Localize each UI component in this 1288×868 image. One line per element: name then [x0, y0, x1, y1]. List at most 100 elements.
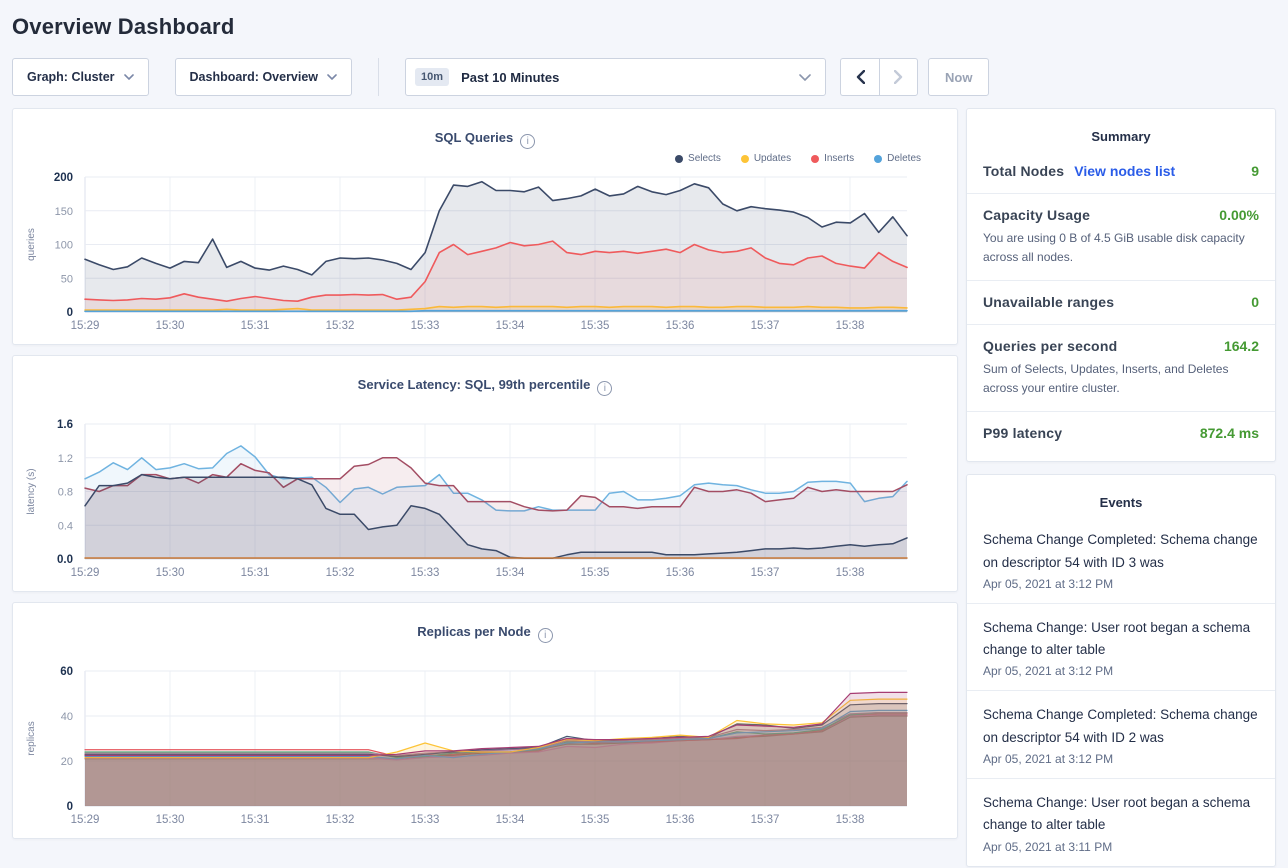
- svg-text:15:38: 15:38: [836, 567, 865, 579]
- svg-text:15:33: 15:33: [411, 814, 440, 826]
- svg-text:0: 0: [67, 307, 73, 319]
- stat-label: Unavailable ranges: [983, 294, 1114, 310]
- svg-text:15:30: 15:30: [156, 814, 185, 826]
- chevron-left-icon: [856, 70, 865, 84]
- svg-text:15:37: 15:37: [751, 814, 780, 826]
- stat-label: Total Nodes: [983, 163, 1064, 179]
- svg-text:15:35: 15:35: [581, 814, 610, 826]
- time-range-badge: 10m: [415, 68, 449, 86]
- svg-text:15:36: 15:36: [666, 567, 695, 579]
- svg-text:15:32: 15:32: [326, 320, 355, 332]
- legend-label: Selects: [688, 153, 721, 164]
- info-icon[interactable]: i: [597, 381, 612, 396]
- svg-text:0.8: 0.8: [58, 487, 73, 499]
- dashboard-dropdown-label: Dashboard: Overview: [190, 70, 319, 84]
- svg-text:15:38: 15:38: [836, 814, 865, 826]
- svg-text:1.6: 1.6: [57, 419, 73, 431]
- svg-text:15:33: 15:33: [411, 320, 440, 332]
- info-icon[interactable]: i: [520, 134, 535, 149]
- chart-card-sql-queries: SQL Queriesi SelectsUpdatesInsertsDelete…: [12, 108, 958, 345]
- svg-text:150: 150: [55, 206, 73, 218]
- event-message: Schema Change: User root began a schema …: [983, 792, 1259, 837]
- legend-item-inserts: Inserts: [811, 153, 854, 164]
- info-icon[interactable]: i: [538, 628, 553, 643]
- sql-queries-chart[interactable]: 05010015020015:2915:3015:3115:3215:3315:…: [13, 169, 957, 336]
- chart-header: SQL Queriesi SelectsUpdatesInsertsDelete…: [13, 109, 957, 169]
- svg-text:50: 50: [61, 273, 73, 285]
- svg-text:40: 40: [61, 711, 73, 723]
- graph-dropdown[interactable]: Graph: Cluster: [12, 58, 149, 96]
- legend-item-selects: Selects: [675, 153, 721, 164]
- events-title: Events: [967, 475, 1275, 516]
- svg-text:15:33: 15:33: [411, 567, 440, 579]
- summary-panel: Summary Total Nodes View nodes list 9 Capac…: [966, 108, 1276, 462]
- summary-stat-row: Total Nodes View nodes list 9: [967, 150, 1275, 193]
- time-range-picker[interactable]: 10m Past 10 Minutes: [405, 58, 826, 96]
- dashboard-dropdown[interactable]: Dashboard: Overview: [175, 58, 353, 96]
- event-item: Schema Change: User root began a schema …: [967, 603, 1275, 691]
- stat-label: P99 latency: [983, 425, 1062, 441]
- replicas-per-node-chart[interactable]: 020406015:2915:3015:3115:3215:3315:3415:…: [13, 663, 957, 830]
- svg-text:15:35: 15:35: [581, 320, 610, 332]
- event-item: Schema Change: User root began a schema …: [967, 778, 1275, 866]
- summary-stat-row: Unavailable ranges0: [967, 280, 1275, 324]
- time-back-button[interactable]: [840, 58, 879, 96]
- legend-dot: [675, 155, 683, 163]
- chart-card-service-latency: Service Latency: SQL, 99th percentilei 0…: [12, 355, 958, 592]
- event-message: Schema Change Completed: Schema change o…: [983, 529, 1259, 574]
- service-latency-chart[interactable]: 0.00.40.81.21.615:2915:3015:3115:3215:33…: [13, 416, 957, 583]
- view-nodes-list-link[interactable]: View nodes list: [1074, 163, 1175, 179]
- svg-text:1.2: 1.2: [58, 453, 73, 465]
- legend-label: Deletes: [887, 153, 921, 164]
- svg-text:15:35: 15:35: [581, 567, 610, 579]
- legend-item-updates: Updates: [741, 153, 791, 164]
- main-content: SQL Queriesi SelectsUpdatesInsertsDelete…: [12, 108, 1276, 867]
- stat-description: You are using 0 B of 4.5 GiB usable disk…: [983, 229, 1259, 266]
- legend-dot: [874, 155, 882, 163]
- svg-text:15:34: 15:34: [496, 320, 525, 332]
- stat-value: 9: [1251, 163, 1259, 179]
- svg-text:15:31: 15:31: [241, 814, 270, 826]
- legend-label: Updates: [754, 153, 791, 164]
- event-item: Schema Change Completed: Schema change o…: [967, 690, 1275, 778]
- time-forward-button[interactable]: [879, 58, 918, 96]
- event-item: Schema Change Completed: Schema change o…: [967, 516, 1275, 603]
- svg-text:100: 100: [55, 240, 73, 252]
- svg-text:15:37: 15:37: [751, 320, 780, 332]
- sidebar-column: Summary Total Nodes View nodes list 9 Capac…: [966, 108, 1276, 867]
- charts-column: SQL Queriesi SelectsUpdatesInsertsDelete…: [12, 108, 958, 839]
- stat-label: Queries per second: [983, 338, 1117, 354]
- page-header: Overview Dashboard: [0, 0, 1288, 50]
- chart-legend: Selects Updates Inserts Deletes: [675, 153, 921, 164]
- events-list: Schema Change Completed: Schema change o…: [967, 516, 1275, 865]
- svg-text:0: 0: [67, 801, 73, 813]
- stat-value: 164.2: [1224, 338, 1259, 354]
- now-button[interactable]: Now: [928, 58, 989, 96]
- chevron-right-icon: [894, 70, 903, 84]
- svg-text:15:29: 15:29: [71, 567, 100, 579]
- svg-text:15:36: 15:36: [666, 814, 695, 826]
- summary-title: Summary: [967, 109, 1275, 150]
- chevron-down-icon: [124, 74, 134, 80]
- chart-card-replicas-per-node: Replicas per Nodei 020406015:2915:3015:3…: [12, 602, 958, 839]
- time-range-label: Past 10 Minutes: [461, 70, 559, 85]
- svg-text:15:31: 15:31: [241, 320, 270, 332]
- events-panel: Events Schema Change Completed: Schema c…: [966, 474, 1276, 866]
- legend-item-deletes: Deletes: [874, 153, 921, 164]
- summary-stats: Total Nodes View nodes list 9 Capacity Usag…: [967, 150, 1275, 455]
- stat-description: Sum of Selects, Updates, Inserts, and De…: [983, 360, 1259, 397]
- chart-title: Replicas per Node: [417, 624, 530, 639]
- y-axis-unit-label: queries: [26, 228, 37, 261]
- chevron-down-icon: [799, 74, 811, 81]
- svg-text:15:29: 15:29: [71, 320, 100, 332]
- svg-text:15:36: 15:36: [666, 320, 695, 332]
- stat-label: Capacity Usage: [983, 207, 1090, 223]
- svg-text:200: 200: [54, 172, 73, 184]
- stat-value: 0.00%: [1219, 207, 1259, 223]
- svg-text:15:34: 15:34: [496, 567, 525, 579]
- chart-header: Replicas per Node i: [13, 603, 957, 663]
- event-message: Schema Change Completed: Schema change o…: [983, 704, 1259, 749]
- legend-label: Inserts: [824, 153, 854, 164]
- event-timestamp: Apr 05, 2021 at 3:12 PM: [983, 577, 1259, 591]
- svg-text:15:32: 15:32: [326, 567, 355, 579]
